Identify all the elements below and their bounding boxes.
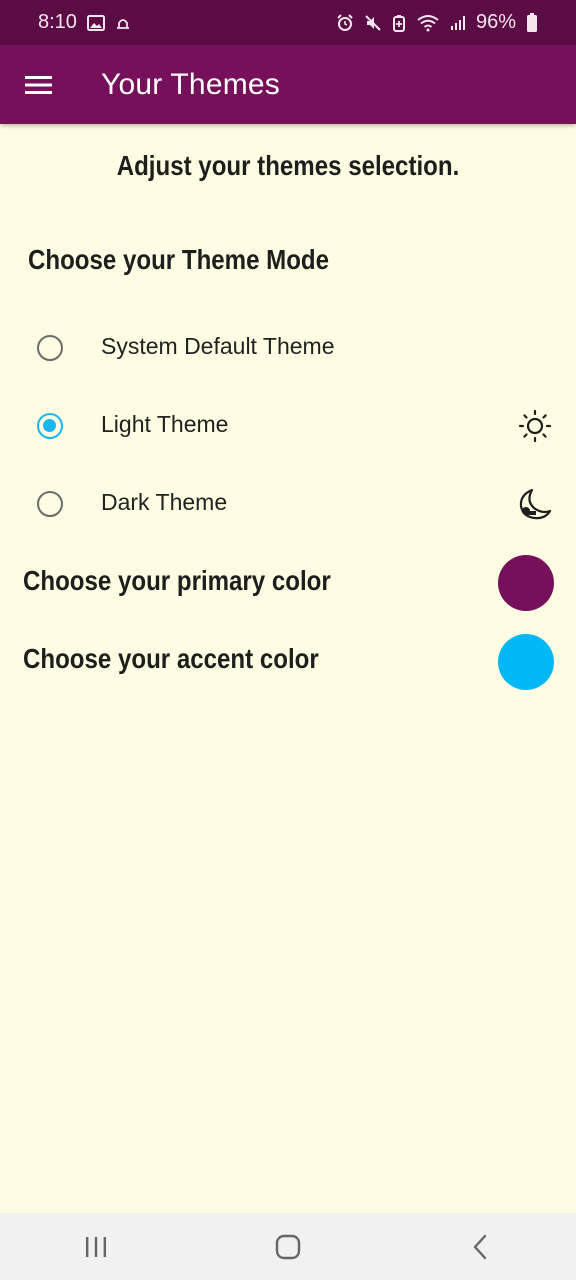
page-title: Your Themes xyxy=(101,67,280,101)
option-label: Dark Theme xyxy=(101,489,228,515)
hamburger-menu-icon xyxy=(25,75,52,94)
system-nav-bar xyxy=(0,1213,576,1280)
sun-icon xyxy=(518,409,552,443)
recent-apps-button[interactable] xyxy=(66,1217,126,1277)
back-icon xyxy=(473,1234,487,1259)
moon-icon xyxy=(519,488,552,520)
theme-option-dark[interactable]: Dark Theme xyxy=(0,465,576,543)
status-right: 96% xyxy=(336,11,538,34)
subtitle: Adjust your themes selection. xyxy=(116,150,460,181)
primary-color-label: Choose your primary color xyxy=(23,565,331,596)
app-bar: Your Themes xyxy=(0,45,576,124)
menu-button[interactable] xyxy=(0,45,78,124)
option-label: Light Theme xyxy=(101,411,229,437)
accent-color-label: Choose your accent color xyxy=(23,643,319,674)
option-label: System Default Theme xyxy=(101,333,335,359)
mute-icon xyxy=(364,14,382,32)
theme-option-system-default[interactable]: System Default Theme xyxy=(0,309,576,387)
status-time: 8:10 xyxy=(38,11,77,33)
primary-color-swatch[interactable] xyxy=(498,555,554,611)
home-button[interactable] xyxy=(258,1217,318,1277)
notification-icon xyxy=(115,16,131,30)
image-icon xyxy=(86,14,105,31)
signal-icon xyxy=(450,15,466,31)
recent-apps-icon xyxy=(86,1236,106,1257)
radio-light[interactable] xyxy=(37,413,63,439)
battery-saver-icon xyxy=(392,14,406,32)
back-button[interactable] xyxy=(450,1217,510,1277)
home-icon xyxy=(275,1234,301,1259)
main-content: Adjust your themes selection. Choose you… xyxy=(0,124,576,1213)
accent-color-swatch[interactable] xyxy=(498,634,554,690)
theme-option-light[interactable]: Light Theme xyxy=(0,387,576,465)
wifi-icon xyxy=(416,14,440,32)
battery-icon xyxy=(526,12,538,33)
alarm-icon xyxy=(336,13,354,32)
radio-dark[interactable] xyxy=(37,491,63,517)
theme-mode-title: Choose your Theme Mode xyxy=(28,244,330,275)
status-left: 8:10 xyxy=(38,11,131,34)
radio-system-default[interactable] xyxy=(37,335,63,361)
status-bar: 8:10 96% xyxy=(0,0,576,45)
battery-percent: 96% xyxy=(475,11,516,33)
